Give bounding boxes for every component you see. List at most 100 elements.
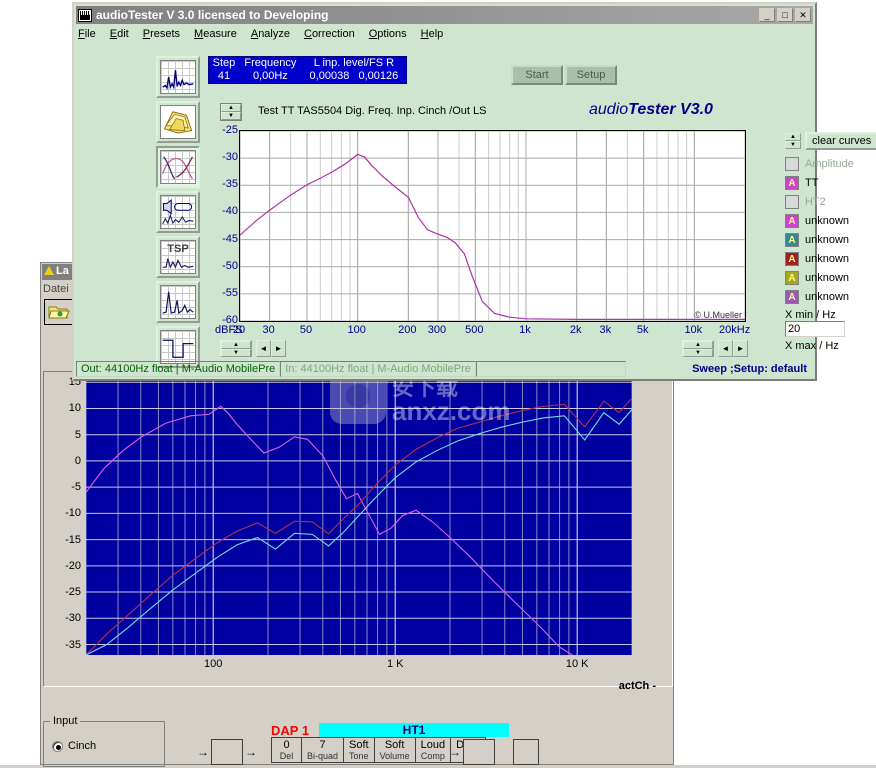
- hscroll-right-up-icon[interactable]: ▲: [683, 341, 713, 349]
- legend-spinner[interactable]: ▲ ▼: [785, 133, 801, 149]
- legend-item-label: unknown: [805, 233, 850, 246]
- dap-cell-0[interactable]: 0 Del: [272, 738, 302, 762]
- legend-color-swatch[interactable]: A: [785, 289, 799, 304]
- legend-item-2[interactable]: HT2: [785, 192, 876, 211]
- audiotester-window[interactable]: audioTester V 3.0 licensed to Developing…: [72, 2, 876, 381]
- chart-y-axis: -25 -30 -35 -40 -45 -50 -55 -60: [214, 124, 238, 329]
- lower-chart-plot[interactable]: [85, 377, 633, 677]
- hscroll-right-arrows[interactable]: ◄ ►: [718, 340, 748, 357]
- legend-color-swatch[interactable]: A: [785, 270, 799, 285]
- dap-cell-4[interactable]: Loud Comp: [416, 738, 452, 762]
- menu-file[interactable]: File: [78, 28, 96, 40]
- close-button[interactable]: ✕: [795, 8, 811, 22]
- legend-item-7[interactable]: Aunknown: [785, 287, 876, 306]
- step-response-icon: [162, 339, 194, 358]
- legend-rows[interactable]: Amplitude A TT HT2 Aunknown Aunknown Aunknown A…: [785, 154, 876, 306]
- clear-curves-button[interactable]: clear curves: [805, 132, 876, 150]
- hscroll-left-next-icon[interactable]: ►: [271, 340, 286, 357]
- frequency-response-tool-button[interactable]: [156, 146, 200, 188]
- menu-analyze[interactable]: Analyze: [251, 28, 290, 40]
- dap-cell-1[interactable]: 7 Bi-quad: [302, 738, 345, 762]
- menu-options[interactable]: Options: [369, 28, 407, 40]
- legend-spinner-down-icon[interactable]: ▼: [785, 141, 801, 149]
- hscroll-left-arrows[interactable]: ◄ ►: [256, 340, 286, 357]
- legend-color-swatch[interactable]: [785, 194, 799, 209]
- chart-hscroll-right[interactable]: ▲ ▼ ◄ ►: [682, 340, 748, 357]
- lower-chart-svg: [85, 377, 633, 677]
- setup-button[interactable]: Setup: [565, 65, 617, 85]
- chart-vertical-spinner[interactable]: ▲ ▼: [220, 103, 242, 121]
- chart-y-tick: -30: [222, 151, 238, 164]
- tsp-tool-button[interactable]: TSP: [156, 236, 200, 278]
- legend-item-5[interactable]: Aunknown: [785, 249, 876, 268]
- chart-x-tick: 300: [427, 324, 447, 336]
- menu-presets[interactable]: Presets: [143, 28, 180, 40]
- chart-hscroll-left[interactable]: ▲ ▼ ◄ ►: [220, 340, 286, 357]
- hscroll-right-down-icon[interactable]: ▼: [683, 349, 713, 357]
- harmonics-tool-button[interactable]: [156, 281, 200, 323]
- brand-tester: Tester V3.0: [628, 101, 713, 118]
- main-chart-plot[interactable]: © U.Mueller: [239, 130, 746, 322]
- chart-x-tick: 10k: [684, 324, 703, 336]
- background-menu-datei[interactable]: Datei: [43, 283, 69, 295]
- hscroll-left-prev-icon[interactable]: ◄: [256, 340, 271, 357]
- menu-correction[interactable]: Correction: [304, 28, 355, 40]
- dap-cell-3[interactable]: Soft Volume: [375, 738, 416, 762]
- hscroll-right-next-icon[interactable]: ►: [733, 340, 748, 357]
- readout-header-frequency: Frequency: [244, 57, 297, 69]
- hscroll-left-up-icon[interactable]: ▲: [221, 341, 251, 349]
- menubar[interactable]: File Edit Presets Measure Analyze Correction O…: [78, 28, 443, 40]
- lower-chart-y-tick: -25: [65, 586, 81, 599]
- dap-cell-sub: Del: [279, 751, 294, 761]
- dap-cell-2[interactable]: Soft Tone: [344, 738, 375, 762]
- maximize-button[interactable]: □: [777, 8, 793, 22]
- xmin-input[interactable]: [785, 321, 845, 337]
- harmonics-icon: [162, 291, 194, 315]
- legend-color-swatch[interactable]: A: [785, 251, 799, 266]
- statusbar: Out: 44100Hz float | M-Audio MobilePre I…: [76, 361, 813, 377]
- legend-item-0[interactable]: Amplitude: [785, 154, 876, 173]
- hscroll-left-slider[interactable]: ▲ ▼: [220, 340, 252, 357]
- menu-help[interactable]: Help: [421, 28, 444, 40]
- chart-x-tick: 50: [299, 324, 313, 336]
- window-controls: _ □ ✕: [759, 8, 811, 22]
- legend-panel[interactable]: ▲ ▼ clear curves Amplitude A TT HT2 Aunknown…: [785, 132, 876, 352]
- legend-item-4[interactable]: Aunknown: [785, 230, 876, 249]
- chain-arrow-out: →: [449, 745, 461, 759]
- legend-color-swatch[interactable]: A: [785, 213, 799, 228]
- legend-item-1[interactable]: A TT: [785, 173, 876, 192]
- open-folder-button[interactable]: [44, 299, 74, 325]
- legend-item-6[interactable]: Aunknown: [785, 268, 876, 287]
- chart-y-tick: -25: [222, 124, 238, 136]
- readout-header-level: L inp. level/FS R: [313, 57, 395, 69]
- titlebar[interactable]: audioTester V 3.0 licensed to Developing…: [76, 6, 813, 24]
- start-button[interactable]: Start: [511, 65, 563, 85]
- legend-spinner-up-icon[interactable]: ▲: [785, 133, 801, 141]
- legend-item-label: HT2: [805, 195, 826, 208]
- legend-color-swatch[interactable]: [785, 156, 799, 171]
- menu-edit[interactable]: Edit: [110, 28, 129, 40]
- minimize-button[interactable]: _: [759, 8, 775, 22]
- hscroll-left-down-icon[interactable]: ▼: [221, 349, 251, 357]
- status-output-device: Out: 44100Hz float | M-Audio MobilePre: [76, 361, 281, 377]
- clear-curves-row[interactable]: ▲ ▼ clear curves: [785, 132, 876, 150]
- ht1-banner[interactable]: HT1: [319, 723, 509, 737]
- app-waveform-icon: [78, 8, 92, 22]
- main-chart-svg: [240, 131, 745, 321]
- xmax-label: X max / Hz: [785, 340, 839, 352]
- lower-chart-x-axis: 100 1 K 10 K: [86, 658, 632, 674]
- spectrum-tool-button[interactable]: [156, 56, 200, 98]
- hscroll-right-prev-icon[interactable]: ◄: [718, 340, 733, 357]
- left-toolbar[interactable]: TSP: [156, 56, 202, 371]
- hscroll-right-slider[interactable]: ▲ ▼: [682, 340, 714, 357]
- chain-arrow-mid: →: [245, 745, 257, 759]
- waterfall-tool-button[interactable]: [156, 101, 200, 143]
- spinner-down-icon[interactable]: ▼: [221, 112, 241, 120]
- impulse-speaker-tool-button[interactable]: [156, 191, 200, 233]
- spinner-up-icon[interactable]: ▲: [221, 104, 241, 112]
- legend-color-swatch[interactable]: A: [785, 232, 799, 247]
- legend-item-3[interactable]: Aunknown: [785, 211, 876, 230]
- menu-measure[interactable]: Measure: [194, 28, 237, 40]
- legend-color-swatch[interactable]: A: [785, 175, 799, 190]
- input-cinch-radio[interactable]: Cinch: [52, 740, 96, 752]
